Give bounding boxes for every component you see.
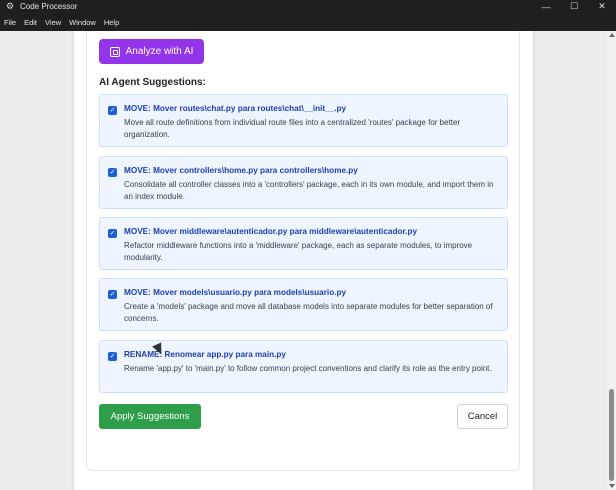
section-title: AI Agent Suggestions:: [99, 77, 206, 88]
suggestion-checkbox[interactable]: ✓: [108, 352, 117, 361]
close-button[interactable]: ✕: [588, 0, 616, 13]
gear-icon: ⚙: [5, 1, 15, 11]
suggestion-title: MOVE: Mover models\usuario.py para model…: [124, 288, 347, 297]
scroll-up-arrow-icon[interactable]: [609, 33, 615, 37]
suggestion-card: ✓ MOVE: Mover models\usuario.py para mod…: [99, 278, 508, 331]
minimize-button[interactable]: —: [532, 0, 560, 13]
suggestion-description: Consolidate all controller classes into …: [124, 180, 494, 201]
analyze-button-label: Analyze with AI: [125, 46, 194, 57]
cpu-chip-icon: [109, 46, 120, 57]
suggestion-card: ✓ MOVE: Mover controllers\home.py para c…: [99, 156, 508, 209]
suggestion-title: RENAME: Renomear app.py para main.py: [124, 350, 286, 359]
suggestion-checkbox[interactable]: ✓: [108, 229, 117, 238]
apply-suggestions-button[interactable]: Apply Suggestions: [99, 404, 201, 429]
suggestion-title: MOVE: Mover controllers\home.py para con…: [124, 166, 358, 175]
suggestion-title: MOVE: Mover routes\chat.py para routes\c…: [124, 104, 347, 113]
menu-bar: File Edit View Window Help: [0, 13, 616, 31]
content-viewport: Analyze with AI AI Agent Suggestions: ✓ …: [0, 31, 607, 490]
analyze-with-ai-button[interactable]: Analyze with AI: [99, 39, 204, 64]
maximize-button[interactable]: ☐: [560, 0, 588, 13]
menu-window[interactable]: Window: [69, 18, 96, 27]
suggestion-checkbox[interactable]: ✓: [108, 168, 117, 177]
suggestion-description: Create a 'models' package and move all d…: [124, 302, 493, 323]
suggestion-description: Rename 'app.py' to 'main.py' to follow c…: [124, 364, 492, 373]
menu-help[interactable]: Help: [104, 18, 119, 27]
suggestion-title: MOVE: Mover middleware\autenticador.py p…: [124, 227, 418, 236]
menu-file[interactable]: File: [4, 18, 16, 27]
cancel-button[interactable]: Cancel: [457, 404, 508, 429]
menu-view[interactable]: View: [45, 18, 61, 27]
suggestion-card: ✓ MOVE: Mover middleware\autenticador.py…: [99, 217, 508, 270]
window-controls: — ☐ ✕: [532, 0, 616, 13]
scroll-down-arrow-icon[interactable]: [609, 484, 615, 488]
suggestion-checkbox[interactable]: ✓: [108, 290, 117, 299]
suggestion-checkbox[interactable]: ✓: [108, 106, 117, 115]
suggestion-description: Move all route definitions from individu…: [124, 118, 461, 139]
suggestion-description: Refactor middleware functions into a 'mi…: [124, 241, 473, 262]
title-bar: ⚙ Code Processor — ☐ ✕: [0, 0, 616, 13]
window-title: Code Processor: [20, 2, 78, 11]
menu-edit[interactable]: Edit: [24, 18, 37, 27]
suggestion-card: ✓ MOVE: Mover routes\chat.py para routes…: [99, 94, 508, 147]
scroll-thumb[interactable]: [609, 389, 614, 481]
vertical-scrollbar[interactable]: [607, 31, 616, 490]
